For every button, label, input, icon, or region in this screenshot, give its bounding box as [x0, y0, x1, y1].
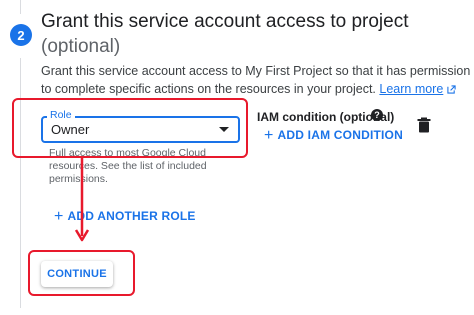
- trash-icon[interactable]: [417, 117, 431, 133]
- step-description: Grant this service account access to My …: [41, 62, 471, 98]
- help-icon[interactable]: ?: [371, 109, 383, 121]
- add-icon: +: [54, 208, 64, 225]
- add-icon: +: [264, 127, 274, 144]
- highlight-box-role: [12, 98, 248, 158]
- highlight-box-continue: [28, 250, 135, 296]
- add-iam-condition-button[interactable]: + ADD IAM CONDITION: [264, 127, 403, 145]
- step-subtitle: (optional): [41, 36, 121, 57]
- step-title: Grant this service account access to pro…: [41, 11, 409, 32]
- add-another-role-button[interactable]: + ADD ANOTHER ROLE: [54, 208, 196, 226]
- stepper-line-top: [20, 0, 21, 14]
- learn-more-link[interactable]: Learn more: [379, 82, 443, 96]
- external-link-icon[interactable]: [447, 85, 456, 94]
- step-number-badge: 2: [10, 24, 32, 46]
- stepper-line: [20, 58, 21, 308]
